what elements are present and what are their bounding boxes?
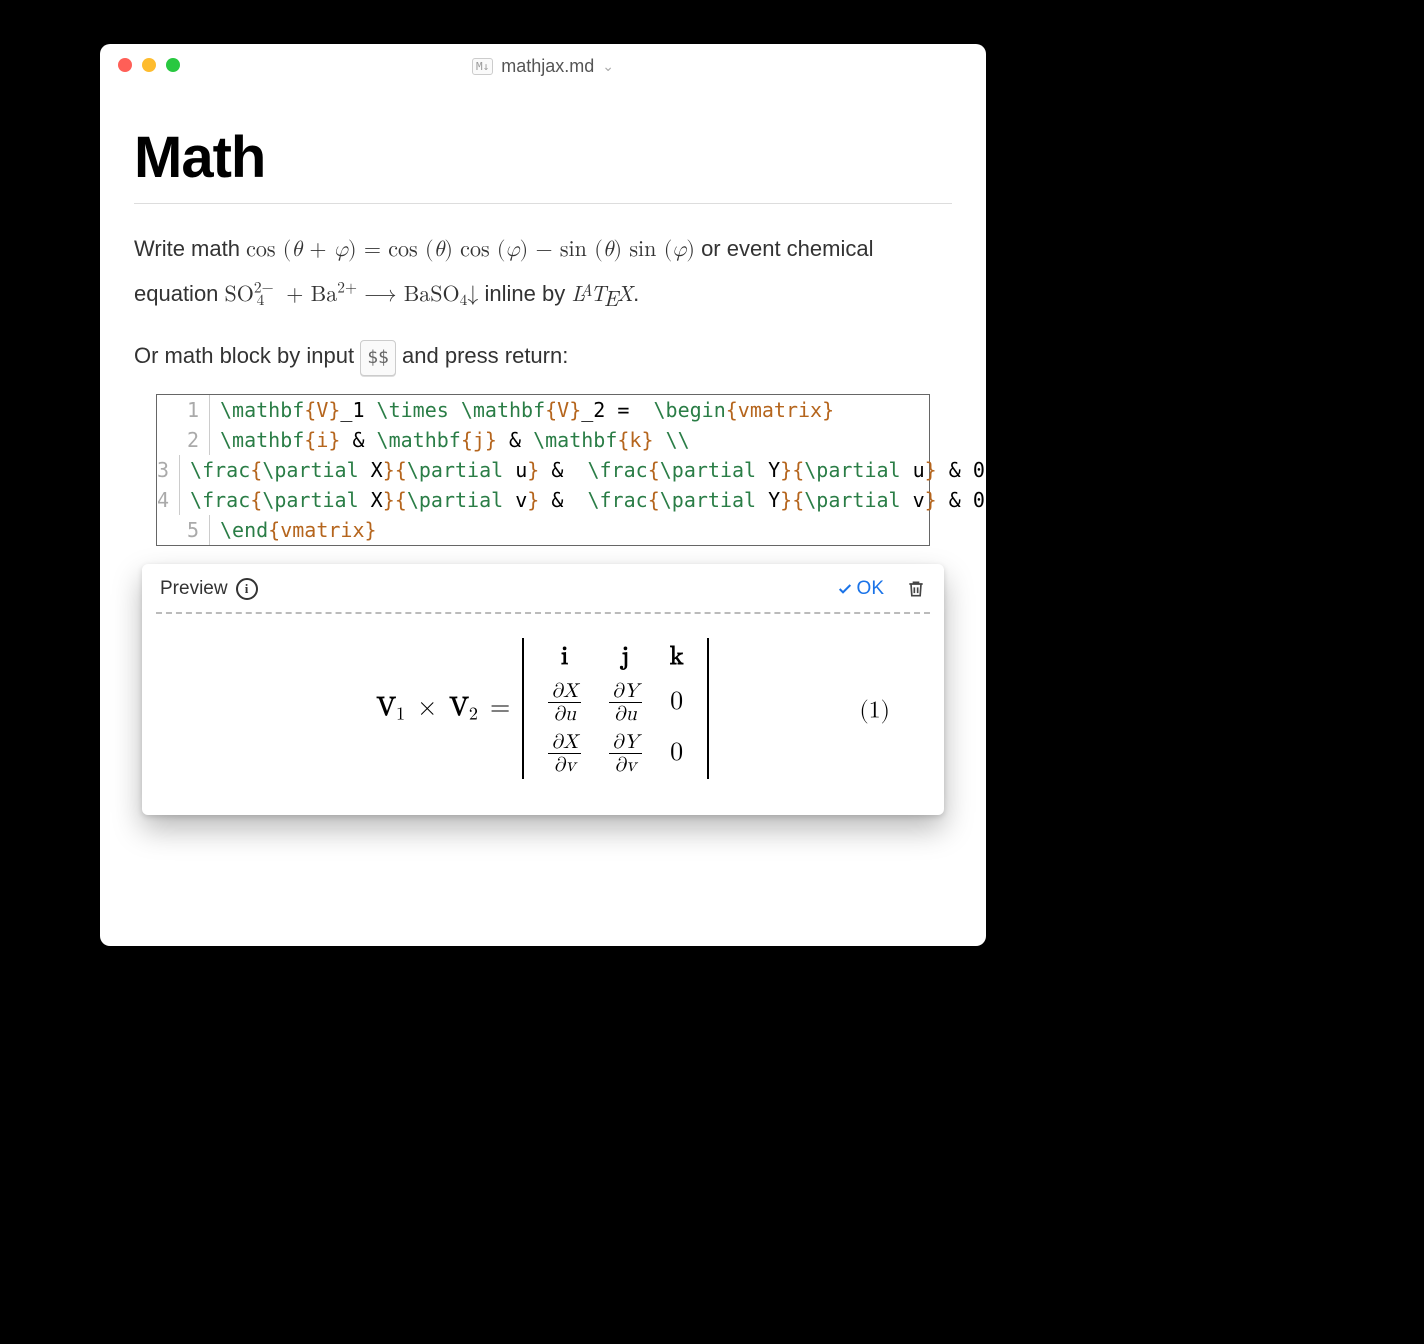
line-number: 1 bbox=[157, 395, 210, 425]
trash-icon bbox=[906, 579, 926, 599]
source-line[interactable]: \frac{\partial X}{\partial u} & \frac{\p… bbox=[180, 455, 986, 485]
minimize-window-button[interactable] bbox=[142, 58, 156, 72]
equation-number: (1) bbox=[859, 696, 890, 725]
inline-math-chem[interactable]: SO2−4 + Ba2+ ⟶ BaSO4↓ bbox=[225, 284, 479, 306]
line-number: 2 bbox=[157, 425, 210, 455]
line-number: 3 bbox=[157, 455, 180, 485]
document-body[interactable]: Math Write math cos (θ + φ) = cos (θ) co… bbox=[100, 88, 986, 845]
confirm-button[interactable]: OK bbox=[837, 578, 884, 600]
chevron-down-icon: ⌄ bbox=[602, 58, 614, 75]
source-line[interactable]: \end{vmatrix} bbox=[210, 515, 929, 545]
app-window: M↓ mathjax.md ⌄ Math Write math cos (θ +… bbox=[100, 44, 986, 946]
math-preview-panel: Preview i OK bbox=[142, 564, 944, 815]
info-icon[interactable]: i bbox=[236, 578, 258, 600]
inline-math-trig[interactable]: cos (θ + φ) = cos (θ) cos (φ) − sin (θ) … bbox=[246, 239, 695, 261]
vmatrix: ijk∂X∂u∂Y∂u0∂X∂v∂Y∂v0 bbox=[522, 638, 709, 779]
source-line[interactable]: \mathbf{i} & \mathbf{j} & \mathbf{k} \\ bbox=[210, 425, 929, 455]
filename-label: mathjax.md bbox=[501, 56, 594, 77]
source-line[interactable]: \frac{\partial X}{\partial v} & \frac{\p… bbox=[180, 485, 986, 515]
preview-divider bbox=[156, 612, 930, 614]
page-title: Math bbox=[134, 124, 952, 191]
heading-rule bbox=[134, 203, 952, 204]
latex-logo: LATEX bbox=[571, 277, 633, 308]
markdown-file-icon: M↓ bbox=[472, 58, 493, 75]
latex-source-editor[interactable]: 1\mathbf{V}_1 \times \mathbf{V}_2 = \beg… bbox=[156, 394, 930, 546]
titlebar: M↓ mathjax.md ⌄ bbox=[100, 44, 986, 88]
close-window-button[interactable] bbox=[118, 58, 132, 72]
source-line[interactable]: \mathbf{V}_1 \times \mathbf{V}_2 = \begi… bbox=[210, 395, 929, 425]
line-number: 5 bbox=[157, 515, 210, 545]
zoom-window-button[interactable] bbox=[166, 58, 180, 72]
intro-paragraph: Write math cos (θ + φ) = cos (θ) cos (φ)… bbox=[134, 228, 952, 317]
dollar-dollar-key: $$ bbox=[360, 340, 396, 376]
preview-label: Preview bbox=[160, 578, 228, 600]
rendered-equation: V1 × V2 = ijk∂X∂u∂Y∂u0∂X∂v∂Y∂v0 (1) bbox=[160, 632, 926, 789]
line-number: 4 bbox=[157, 485, 180, 515]
check-icon bbox=[837, 581, 853, 597]
block-instruction-paragraph: Or math block by input $$ and press retu… bbox=[134, 335, 952, 377]
delete-button[interactable] bbox=[906, 579, 926, 599]
document-title[interactable]: M↓ mathjax.md ⌄ bbox=[472, 56, 614, 77]
